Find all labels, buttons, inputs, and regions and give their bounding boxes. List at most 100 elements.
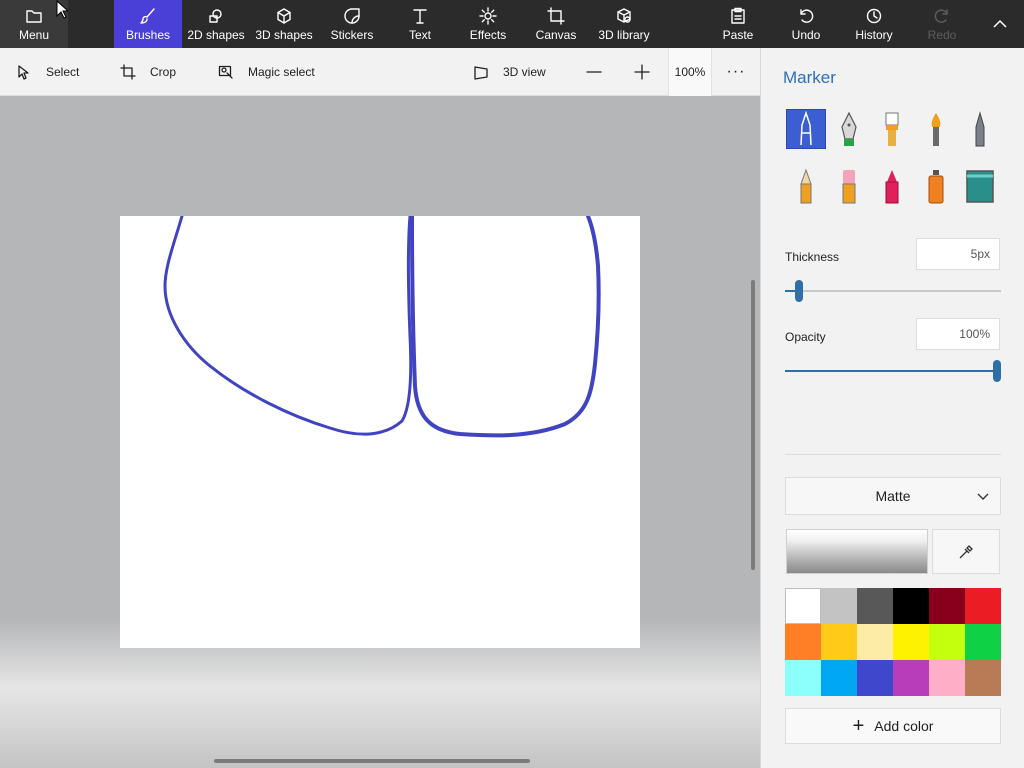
history-label: History — [855, 28, 893, 42]
vertical-scrollbar[interactable] — [751, 280, 755, 570]
eraser-icon — [842, 170, 856, 204]
eraser-brush[interactable] — [829, 166, 869, 206]
paste-label: Paste — [722, 28, 754, 42]
color-swatch[interactable] — [965, 660, 1001, 696]
crop-button[interactable]: Crop — [120, 48, 176, 96]
color-swatch[interactable] — [893, 624, 929, 660]
eyedropper-button[interactable] — [932, 529, 1000, 574]
select-button[interactable]: Select — [16, 48, 79, 96]
calligraphy-pen-brush[interactable] — [829, 109, 869, 149]
top-ribbon: Menu Brushes 2D shapes 3D shapes Sticker… — [0, 0, 1024, 48]
color-swatch[interactable] — [785, 660, 821, 696]
oil-brush[interactable] — [872, 109, 912, 149]
pixel-pen-icon — [975, 111, 985, 147]
color-swatch[interactable] — [857, 660, 893, 696]
panel-divider — [785, 454, 1001, 455]
color-swatch[interactable] — [893, 588, 929, 624]
3d-library-label: 3D library — [598, 28, 650, 42]
zoom-in-button[interactable] — [634, 48, 650, 96]
thickness-slider-thumb[interactable] — [795, 280, 803, 302]
more-options-button[interactable]: ··· — [716, 48, 756, 96]
paste-button[interactable]: Paste — [704, 0, 772, 48]
calligraphy-pen-icon — [841, 111, 857, 146]
3d-view-label: 3D view — [503, 65, 546, 79]
color-swatch[interactable] — [857, 624, 893, 660]
color-swatch[interactable] — [785, 588, 821, 624]
color-swatch[interactable] — [929, 624, 965, 660]
finish-dropdown[interactable]: Matte — [785, 477, 1001, 515]
3d-library-icon — [617, 8, 631, 23]
stickers-button[interactable]: Stickers — [318, 0, 386, 48]
effects-label: Effects — [469, 28, 507, 42]
chevron-down-icon — [977, 493, 989, 500]
horizontal-scrollbar[interactable] — [214, 759, 530, 763]
2d-shapes-button[interactable]: 2D shapes — [182, 0, 250, 48]
redo-icon — [934, 9, 948, 23]
brush-icon — [140, 8, 155, 24]
folder-icon — [26, 10, 42, 23]
stickers-label: Stickers — [330, 28, 374, 42]
color-swatch[interactable] — [929, 660, 965, 696]
3d-view-button[interactable]: 3D view — [473, 48, 546, 96]
thickness-input[interactable]: 5px — [916, 238, 1000, 270]
color-swatch[interactable] — [785, 624, 821, 660]
color-palette — [785, 588, 1001, 696]
pencil-brush[interactable] — [786, 166, 826, 206]
history-button[interactable]: History — [840, 0, 908, 48]
watercolor-brush[interactable] — [916, 109, 956, 149]
pixel-pen-brush[interactable] — [960, 109, 1000, 149]
opacity-slider-thumb[interactable] — [993, 360, 1001, 382]
stickers-icon — [344, 8, 360, 24]
3d-shapes-label: 3D shapes — [255, 28, 313, 42]
crop-icon — [120, 64, 136, 80]
brushes-panel: Marker Thickness 5px Opacity 100% Matte … — [760, 48, 1024, 768]
minus-icon — [586, 71, 602, 73]
color-swatch[interactable] — [821, 624, 857, 660]
add-color-button[interactable]: + Add color — [785, 708, 1001, 744]
undo-button[interactable]: Undo — [772, 0, 840, 48]
magic-select-icon — [218, 65, 233, 79]
select-cursor-icon — [18, 65, 29, 80]
text-button[interactable]: Text — [386, 0, 454, 48]
chevron-up-icon — [993, 19, 1007, 28]
color-swatch[interactable] — [893, 660, 929, 696]
color-swatch[interactable] — [821, 588, 857, 624]
zoom-out-button[interactable] — [586, 48, 602, 96]
marker-brush[interactable] — [786, 109, 826, 149]
brushes-button[interactable]: Brushes — [114, 0, 182, 48]
magic-select-button[interactable]: Magic select — [218, 48, 315, 96]
fill-brush[interactable] — [960, 166, 1000, 206]
color-swatch[interactable] — [821, 660, 857, 696]
crop-label: Crop — [150, 65, 177, 79]
brushes-label: Brushes — [125, 28, 171, 42]
color-swatch[interactable] — [965, 588, 1001, 624]
eyedropper-icon — [959, 544, 973, 558]
select-label: Select — [46, 65, 80, 79]
magic-select-label: Magic select — [248, 65, 315, 79]
drawing-canvas[interactable] — [120, 216, 640, 648]
paste-icon — [731, 7, 745, 24]
crayon-brush[interactable] — [872, 166, 912, 206]
mouse-cursor-icon — [56, 0, 68, 19]
collapse-ribbon-button[interactable] — [976, 0, 1024, 48]
color-swatch[interactable] — [857, 588, 893, 624]
zoom-level-field[interactable]: 100% — [668, 48, 712, 96]
2d-shapes-icon — [209, 9, 222, 23]
opacity-input[interactable]: 100% — [916, 318, 1000, 350]
3d-shapes-icon — [277, 8, 291, 24]
text-label: Text — [408, 28, 431, 42]
canvas-button[interactable]: Canvas — [522, 0, 590, 48]
undo-icon — [800, 9, 814, 23]
3d-library-button[interactable]: 3D library — [590, 0, 658, 48]
3d-shapes-button[interactable]: 3D shapes — [250, 0, 318, 48]
thickness-slider-track[interactable] — [785, 290, 1001, 292]
plus-icon: + — [852, 715, 865, 737]
color-swatch[interactable] — [965, 624, 1001, 660]
effects-button[interactable]: Effects — [454, 0, 522, 48]
current-color-preview[interactable] — [786, 529, 928, 574]
pencil-icon — [800, 168, 812, 204]
redo-button[interactable]: Redo — [908, 0, 976, 48]
spray-can-brush[interactable] — [916, 166, 956, 206]
color-swatch[interactable] — [929, 588, 965, 624]
plus-icon — [634, 64, 650, 80]
